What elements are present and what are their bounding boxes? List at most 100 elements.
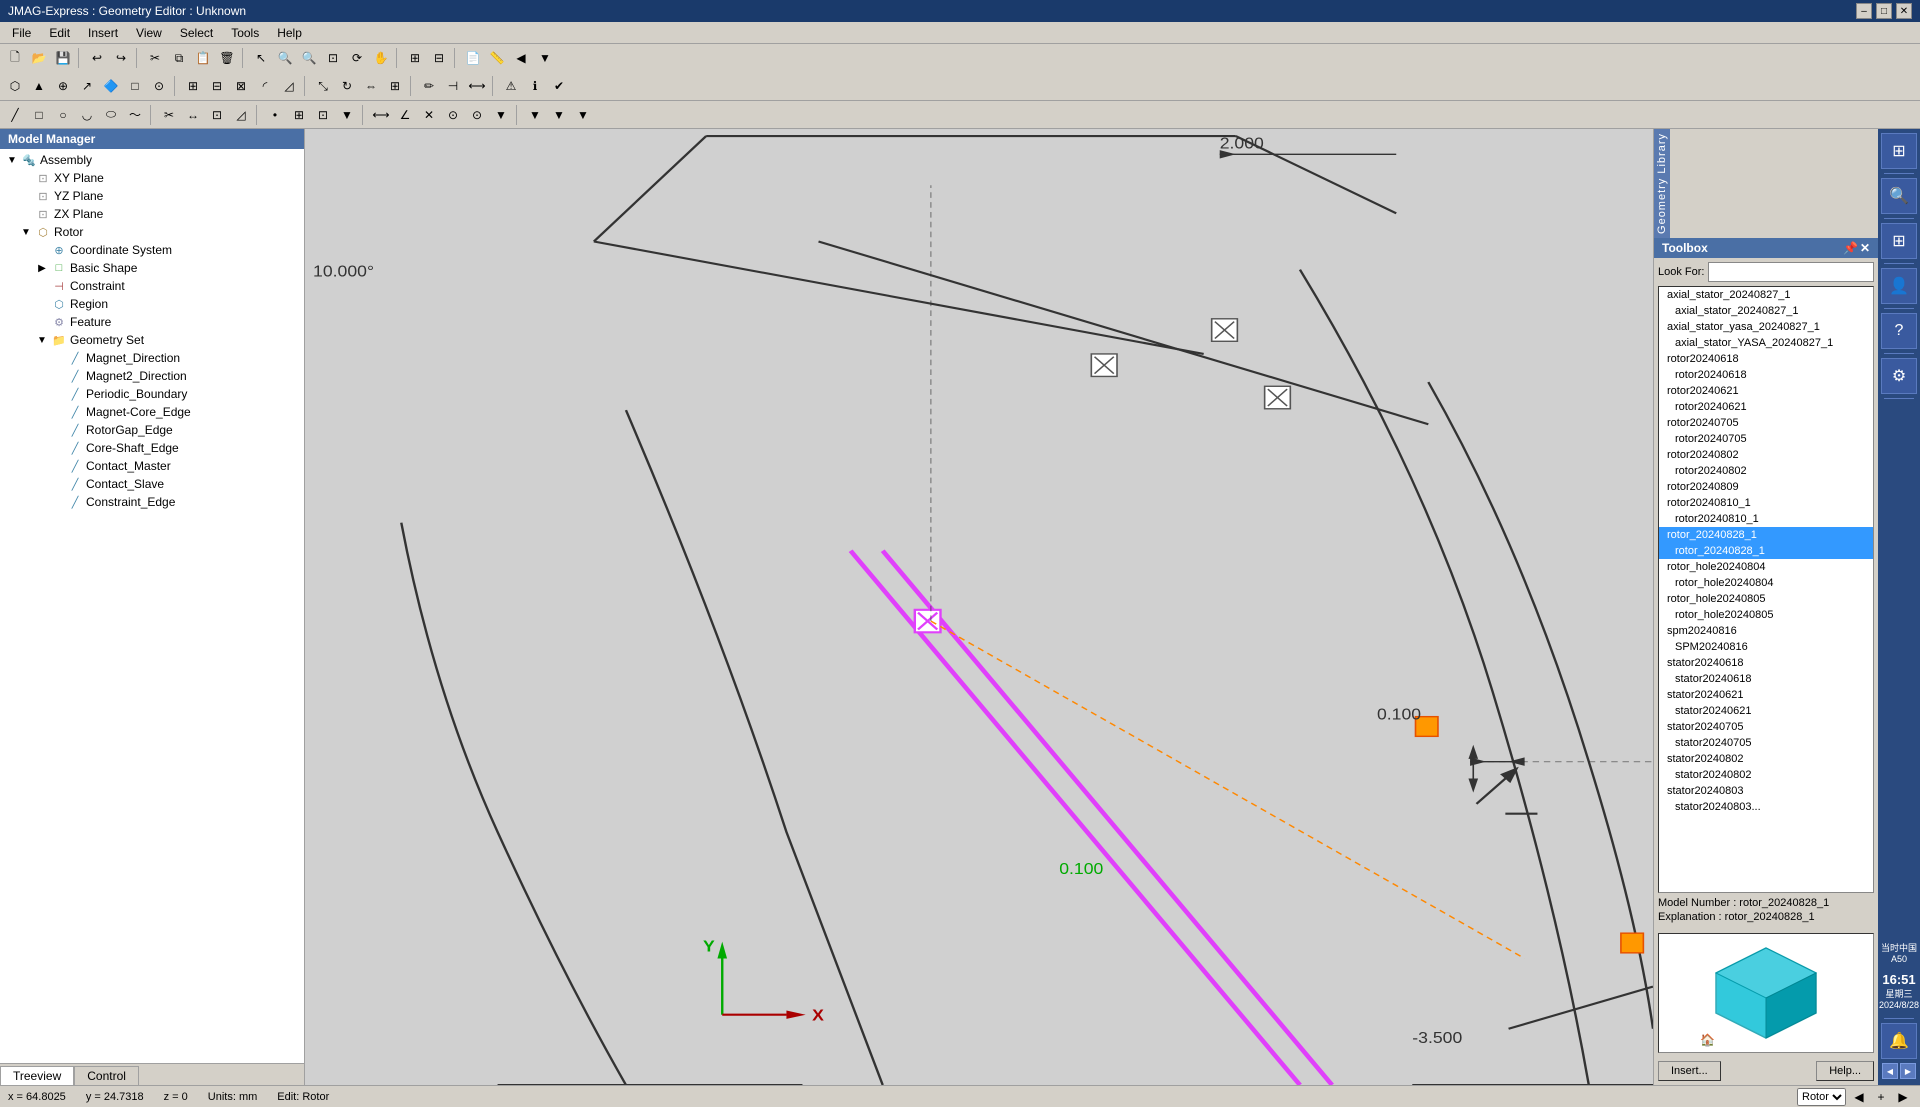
list-item-rotor621a[interactable]: rotor20240621 bbox=[1659, 383, 1873, 399]
tb-pan[interactable]: ✋ bbox=[370, 47, 392, 69]
menu-insert[interactable]: Insert bbox=[80, 24, 126, 42]
tb2-cylinder[interactable]: ⊙ bbox=[148, 75, 170, 97]
tb2-loft[interactable]: 🔷 bbox=[100, 75, 122, 97]
tb3-more2[interactable]: ▼ bbox=[490, 104, 512, 126]
tab-treeview[interactable]: Treeview bbox=[0, 1066, 74, 1085]
look-for-input[interactable] bbox=[1708, 262, 1874, 282]
tb3-extend[interactable]: ↔ bbox=[182, 104, 204, 126]
tb3-rect[interactable]: □ bbox=[28, 104, 50, 126]
fr-search-button[interactable]: 🔍 bbox=[1881, 178, 1917, 214]
list-item-rotor-hole804a[interactable]: rotor_hole20240804 bbox=[1659, 559, 1873, 575]
tree-item-basic-shape[interactable]: ▶ □ Basic Shape bbox=[2, 259, 302, 277]
tb2-boolean-add[interactable]: ⊞ bbox=[182, 75, 204, 97]
tb3-chamfer2[interactable]: ◿ bbox=[230, 104, 252, 126]
list-item-rotor705b[interactable]: rotor20240705 bbox=[1659, 431, 1873, 447]
expand-basic[interactable]: ▶ bbox=[34, 263, 50, 274]
tree-item-yz-plane[interactable]: ⊡ YZ Plane bbox=[2, 187, 302, 205]
tb3-line[interactable]: ╱ bbox=[4, 104, 26, 126]
tb2-rotate2[interactable]: ↻ bbox=[336, 75, 358, 97]
tb-open[interactable]: 📂 bbox=[28, 47, 50, 69]
insert-button[interactable]: Insert... bbox=[1658, 1061, 1721, 1081]
restore-button[interactable]: □ bbox=[1876, 3, 1892, 19]
tb2-check[interactable]: ✔ bbox=[548, 75, 570, 97]
tb-grid[interactable]: ⊞ bbox=[404, 47, 426, 69]
list-item-rotor-hole805a[interactable]: rotor_hole20240805 bbox=[1659, 591, 1873, 607]
tb3-cross[interactable]: ✕ bbox=[418, 104, 440, 126]
tb2-cube[interactable]: ⬡ bbox=[4, 75, 26, 97]
list-item-rotor705a[interactable]: rotor20240705 bbox=[1659, 415, 1873, 431]
help-button[interactable]: Help... bbox=[1816, 1061, 1874, 1081]
fr-grid-button[interactable]: ⊞ bbox=[1881, 223, 1917, 259]
tb-snap[interactable]: ⊟ bbox=[428, 47, 450, 69]
list-item-rotor-hole804b[interactable]: rotor_hole20240804 bbox=[1659, 575, 1873, 591]
fr-user-button[interactable]: 👤 bbox=[1881, 268, 1917, 304]
list-item-axial-stator-1b[interactable]: axial_stator_20240827_1 bbox=[1659, 303, 1873, 319]
menu-file[interactable]: File bbox=[4, 24, 39, 42]
tree-item-geometry-set[interactable]: ▼ 📁 Geometry Set bbox=[2, 331, 302, 349]
list-item-stator803a[interactable]: stator20240803 bbox=[1659, 783, 1873, 799]
tree-item-rotor[interactable]: ▼ ⬡ Rotor bbox=[2, 223, 302, 241]
tree-item-periodic-boundary[interactable]: ╱ Periodic_Boundary bbox=[2, 385, 302, 403]
tree-item-assembly[interactable]: ▼ 🔩 Assembly bbox=[2, 151, 302, 169]
tb-redo[interactable]: ↪ bbox=[110, 47, 132, 69]
list-item-stator618a[interactable]: stator20240618 bbox=[1659, 655, 1873, 671]
list-item-stator802b[interactable]: stator20240802 bbox=[1659, 767, 1873, 783]
tb2-boolean-int[interactable]: ⊠ bbox=[230, 75, 252, 97]
tree-item-xy-plane[interactable]: ⊡ XY Plane bbox=[2, 169, 302, 187]
list-item-stator803b[interactable]: stator20240803... bbox=[1659, 799, 1873, 815]
tb-zoom-out[interactable]: 🔍 bbox=[298, 47, 320, 69]
list-item-stator705b[interactable]: stator20240705 bbox=[1659, 735, 1873, 751]
tb2-mirror[interactable]: ⇔ bbox=[360, 75, 382, 97]
tb2-info[interactable]: ℹ bbox=[524, 75, 546, 97]
tb2-array[interactable]: ⊞ bbox=[384, 75, 406, 97]
tb2-revolve[interactable]: ⊕ bbox=[52, 75, 74, 97]
list-item-rotor802a[interactable]: rotor20240802 bbox=[1659, 447, 1873, 463]
tb2-constraint2[interactable]: ⊣ bbox=[442, 75, 464, 97]
tb2-box[interactable]: □ bbox=[124, 75, 146, 97]
tree-item-region[interactable]: ⬡ Region bbox=[2, 295, 302, 313]
window-controls[interactable]: – □ ✕ bbox=[1856, 3, 1912, 19]
tb3-offset[interactable]: ⊡ bbox=[206, 104, 228, 126]
list-item-spm816a[interactable]: spm20240816 bbox=[1659, 623, 1873, 639]
list-item-stator618b[interactable]: stator20240618 bbox=[1659, 671, 1873, 687]
tb2-extrude[interactable]: ▲ bbox=[28, 75, 50, 97]
tb3-circle[interactable]: ○ bbox=[52, 104, 74, 126]
list-item-stator621a[interactable]: stator20240621 bbox=[1659, 687, 1873, 703]
tb3-arc[interactable]: ◡ bbox=[76, 104, 98, 126]
tb-save[interactable]: 💾 bbox=[52, 47, 74, 69]
tree-item-magnet-core-edge[interactable]: ╱ Magnet-Core_Edge bbox=[2, 403, 302, 421]
fr-apps-button[interactable]: ⊞ bbox=[1881, 133, 1917, 169]
tb3-dim2[interactable]: ⟷ bbox=[370, 104, 392, 126]
menu-help[interactable]: Help bbox=[269, 24, 310, 42]
list-item-axial-stator-yasa[interactable]: axial_stator_yasa_20240827_1 bbox=[1659, 319, 1873, 335]
tb2-sketch[interactable]: ✏ bbox=[418, 75, 440, 97]
expand-rotor[interactable]: ▼ bbox=[18, 227, 34, 238]
tb3-spline[interactable]: 〜 bbox=[124, 104, 146, 126]
list-item-stator621b[interactable]: stator20240621 bbox=[1659, 703, 1873, 719]
tb-more1[interactable]: ◀ bbox=[510, 47, 532, 69]
fr-right-button[interactable]: ▶ bbox=[1900, 1063, 1916, 1079]
list-item-rotor-hole805b[interactable]: rotor_hole20240805 bbox=[1659, 607, 1873, 623]
tb-new[interactable]: 🗋 bbox=[4, 47, 26, 69]
tb3-more5[interactable]: ▼ bbox=[572, 104, 594, 126]
tb3-more4[interactable]: ▼ bbox=[548, 104, 570, 126]
tb3-more3[interactable]: ▼ bbox=[524, 104, 546, 126]
tree-item-contact-master[interactable]: ╱ Contact_Master bbox=[2, 457, 302, 475]
fr-help-button[interactable]: ? bbox=[1881, 313, 1917, 349]
list-item-rotor618a[interactable]: rotor20240618 bbox=[1659, 351, 1873, 367]
center-canvas[interactable]: Y X 2.000 10.000° 0.100 0.100 -3.500 bbox=[305, 129, 1653, 1085]
geometry-library-tab[interactable]: Geometry Library bbox=[1654, 129, 1670, 238]
fr-left-button[interactable]: ◀ bbox=[1882, 1063, 1898, 1079]
list-item-rotor810a[interactable]: rotor20240810_1 bbox=[1659, 495, 1873, 511]
toolbox-list[interactable]: axial_stator_20240827_1 axial_stator_202… bbox=[1658, 286, 1874, 893]
tb3-trim[interactable]: ✂ bbox=[158, 104, 180, 126]
toolbox-pin-button[interactable]: 📌 bbox=[1843, 241, 1858, 255]
tb-more2[interactable]: ▼ bbox=[534, 47, 556, 69]
fr-settings-button[interactable]: ⚙ bbox=[1881, 358, 1917, 394]
tab-control[interactable]: Control bbox=[74, 1066, 139, 1085]
tb-measure[interactable]: 📏 bbox=[486, 47, 508, 69]
menu-edit[interactable]: Edit bbox=[41, 24, 78, 42]
list-item-rotor621b[interactable]: rotor20240621 bbox=[1659, 399, 1873, 415]
tb3-tangent[interactable]: ⊙ bbox=[466, 104, 488, 126]
tb3-snap2[interactable]: ⊡ bbox=[312, 104, 334, 126]
